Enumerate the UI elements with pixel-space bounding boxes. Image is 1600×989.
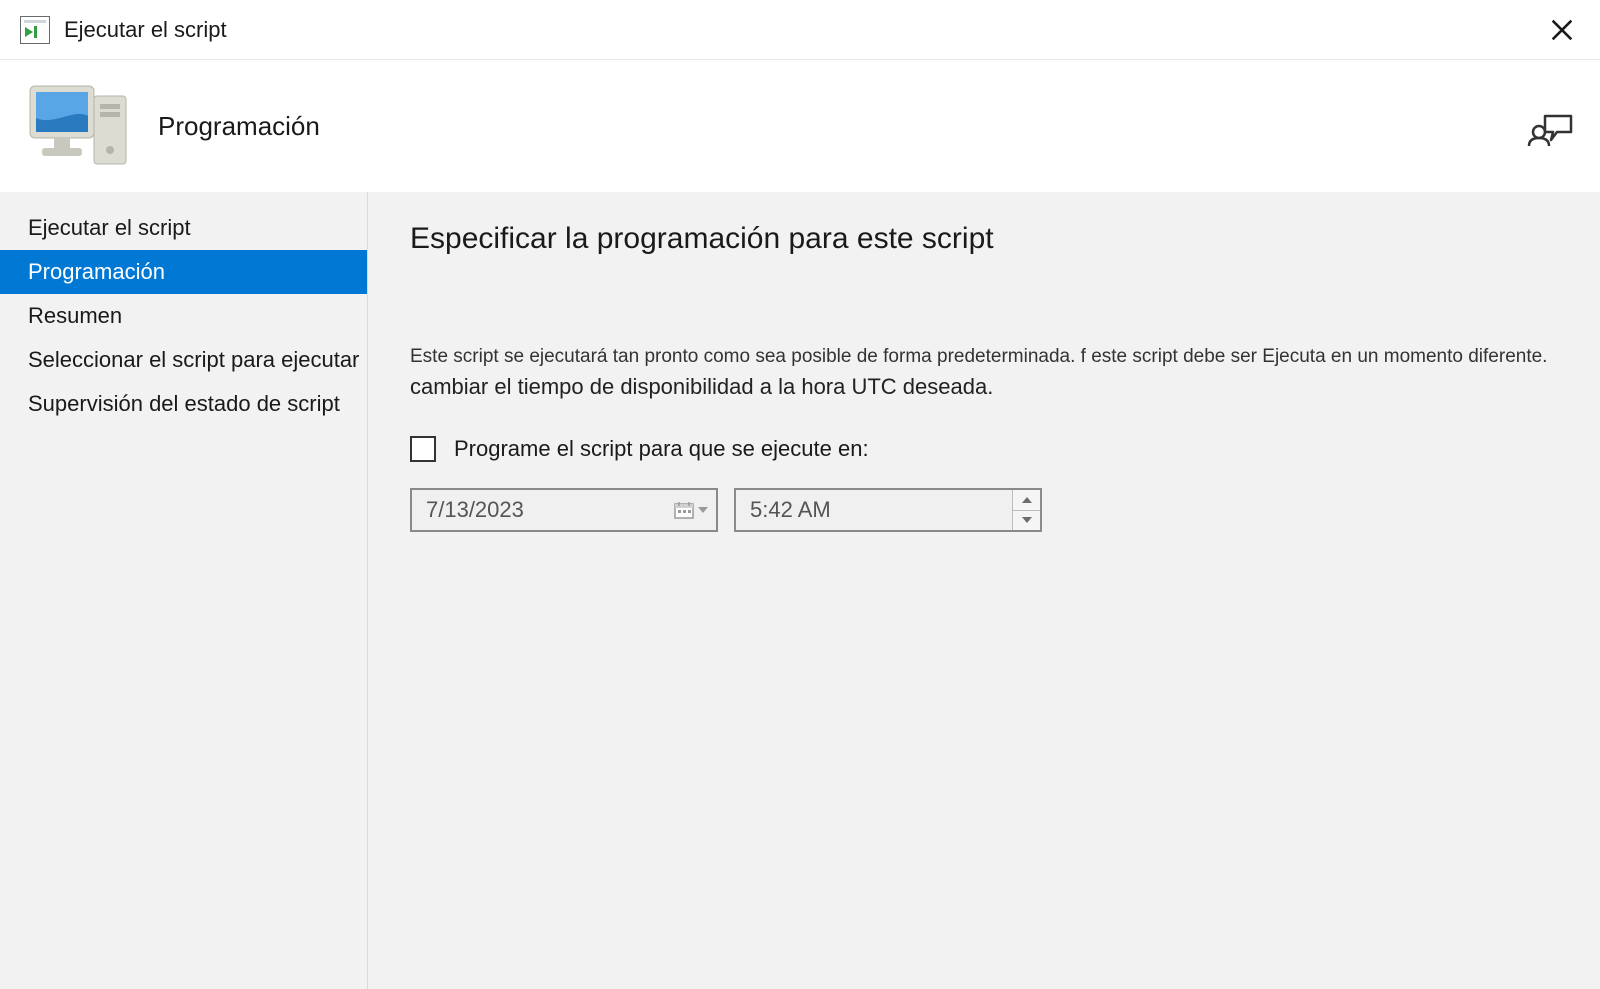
sidebar-item-schedule[interactable]: Programación: [0, 250, 367, 294]
time-increment-button[interactable]: [1013, 490, 1040, 510]
chevron-down-icon: [698, 507, 708, 513]
time-value: 5:42 AM: [736, 497, 1012, 523]
chevron-down-icon: [1022, 517, 1032, 523]
sidebar-item-label: Resumen: [28, 303, 122, 328]
page-title: Programación: [158, 111, 320, 142]
sidebar-item-label: Programación: [28, 259, 165, 284]
close-icon: [1548, 16, 1576, 44]
sidebar-item-select-script[interactable]: Seleccionar el script para ejecutar: [0, 338, 367, 382]
sidebar-item-label: Supervisión del estado de script: [28, 391, 340, 416]
datetime-row: 7/13/2023: [410, 488, 1560, 532]
date-value: 7/13/2023: [412, 497, 666, 523]
description-line-2: cambiar el tiempo de disponibilidad a la…: [410, 374, 1560, 400]
sidebar-item-run-script[interactable]: Ejecutar el script: [0, 206, 367, 250]
content-heading: Especificar la programación para este sc…: [410, 222, 1560, 256]
titlebar: Ejecutar el script: [0, 0, 1600, 60]
calendar-icon: [674, 501, 694, 519]
sidebar-item-summary[interactable]: Resumen: [0, 294, 367, 338]
wizard-sidebar: Ejecutar el script Programación Resumen …: [0, 192, 368, 989]
date-picker-toggle[interactable]: [666, 490, 716, 530]
time-input[interactable]: 5:42 AM: [734, 488, 1042, 532]
feedback-icon[interactable]: [1526, 101, 1576, 151]
schedule-checkbox-label: Programe el script para que se ejecute e…: [454, 436, 869, 462]
run-script-icon: [20, 16, 50, 44]
schedule-checkbox[interactable]: [410, 436, 436, 462]
time-decrement-button[interactable]: [1013, 510, 1040, 531]
window-title: Ejecutar el script: [64, 17, 227, 43]
time-spinner: [1012, 490, 1040, 530]
schedule-checkbox-row: Programe el script para que se ejecute e…: [410, 436, 1560, 462]
sidebar-item-label: Seleccionar el script para ejecutar: [28, 347, 359, 372]
wizard-content: Especificar la programación para este sc…: [368, 192, 1600, 989]
close-button[interactable]: [1544, 12, 1580, 48]
sidebar-item-status-monitoring[interactable]: Supervisión del estado de script: [0, 382, 367, 426]
wizard-header: Programación: [0, 60, 1600, 192]
wizard-body: Ejecutar el script Programación Resumen …: [0, 192, 1600, 989]
date-input[interactable]: 7/13/2023: [410, 488, 718, 532]
computer-icon: [24, 76, 136, 176]
description-line-1: Este script se ejecutará tan pronto como…: [410, 346, 1560, 368]
chevron-up-icon: [1022, 497, 1032, 503]
sidebar-item-label: Ejecutar el script: [28, 215, 191, 240]
